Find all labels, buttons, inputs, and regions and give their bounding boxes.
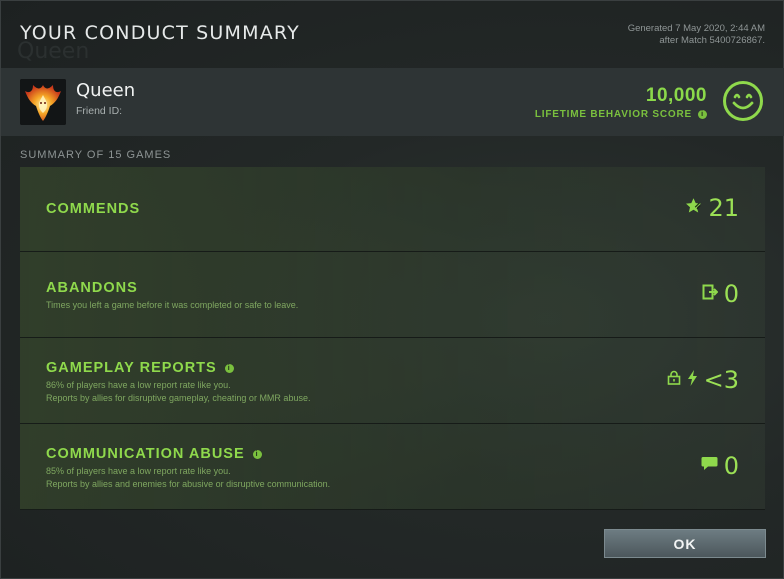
abandons-title-wrap: ABANDONS [46,280,138,296]
gameplay-reports-desc-line1: 86% of players have a low report rate li… [46,380,231,390]
abandons-value: 0 [723,280,739,308]
lifetime-behavior-score-label-wrap: LIFETIME BEHAVIOR SCORE i [535,109,707,120]
dialog-title: YOUR CONDUCT SUMMARY [20,22,300,44]
gameplay-reports-description: 86% of players have a low report rate li… [46,379,310,405]
gameplay-reports-desc-line2: Reports by allies for disruptive gamepla… [46,393,311,403]
commends-value: 21 [708,194,739,222]
abandons-desc-line1: Times you left a game before it was comp… [46,300,299,310]
summary-rows: COMMENDS 21 ABANDONS Times you left a ga… [20,167,765,510]
phoenix-emblem-icon [20,79,66,125]
smiley-face-icon [722,80,764,122]
chat-bubble-icon [701,456,718,476]
communication-abuse-description: 85% of players have a low report rate li… [46,465,330,491]
communication-abuse-value-wrap: 0 [701,452,739,480]
communication-abuse-desc-line2: Reports by allies and enemies for abusiv… [46,479,331,489]
info-icon[interactable]: i [252,449,262,459]
commends-value-wrap: 21 [685,194,739,222]
generated-info: Generated 7 May 2020, 2:44 AM after Matc… [628,23,765,47]
gameplay-reports-row: GAMEPLAY REPORTS i 86% of players have a… [20,338,765,424]
ok-button[interactable]: OK [604,529,766,558]
info-icon[interactable]: i [224,363,234,373]
abandons-title: ABANDONS [46,280,138,296]
generated-date: Generated 7 May 2020, 2:44 AM [627,23,765,34]
exit-door-icon [702,284,719,305]
summary-heading: SUMMARY OF 15 GAMES [20,149,172,161]
lock-icon [667,370,681,390]
commends-title-wrap: COMMENDS [46,201,140,217]
lightning-icon [687,369,698,391]
star-icon [685,197,702,219]
lifetime-behavior-score: 10,000 [645,85,707,106]
commends-row: COMMENDS 21 [20,167,765,252]
abandons-row: ABANDONS Times you left a game before it… [20,252,765,338]
gameplay-reports-title: GAMEPLAY REPORTS [46,360,217,376]
gameplay-reports-value-wrap: <3 [667,366,739,394]
gameplay-reports-title-wrap: GAMEPLAY REPORTS i [46,360,234,376]
gameplay-reports-value: <3 [703,366,739,394]
abandons-value-wrap: 0 [702,280,739,308]
friend-id-label: Friend ID: [76,105,123,117]
communication-abuse-title-wrap: COMMUNICATION ABUSE i [46,446,262,462]
conduct-summary-dialog: Queen YOUR CONDUCT SUMMARY Generated 7 M… [0,0,784,579]
commends-title: COMMENDS [46,201,141,217]
communication-abuse-desc-line1: 85% of players have a low report rate li… [46,466,231,476]
player-bar: Queen Friend ID: 10,000 LIFETIME BEHAVIO… [1,68,784,136]
info-icon[interactable]: i [698,110,707,119]
communication-abuse-title: COMMUNICATION ABUSE [46,446,245,462]
communication-abuse-value: 0 [723,452,739,480]
abandons-description: Times you left a game before it was comp… [46,299,298,312]
generated-match: after Match 5400726867. [659,35,765,46]
lifetime-behavior-score-label: LIFETIME BEHAVIOR SCORE [534,109,692,120]
communication-abuse-row: COMMUNICATION ABUSE i 85% of players hav… [20,424,765,510]
player-name: Queen [76,80,136,101]
